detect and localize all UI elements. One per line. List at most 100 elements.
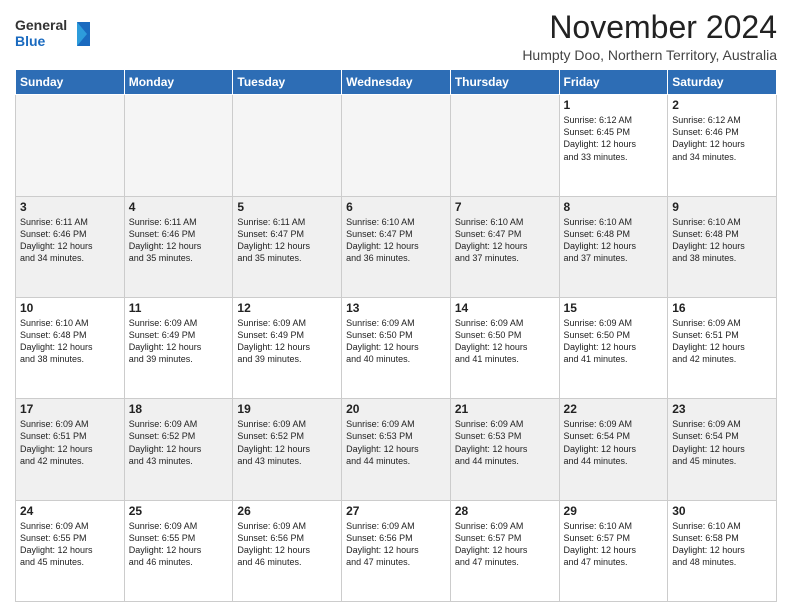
col-tuesday: Tuesday (233, 70, 342, 95)
day-info: Sunrise: 6:09 AM Sunset: 6:50 PM Dayligh… (455, 317, 555, 366)
table-row (124, 95, 233, 196)
table-row (450, 95, 559, 196)
table-row: 10 Sunrise: 6:10 AM Sunset: 6:48 PM Dayli… (16, 297, 125, 398)
table-row: 21 Sunrise: 6:09 AM Sunset: 6:53 PM Dayli… (450, 399, 559, 500)
calendar-week-1: 1 Sunrise: 6:12 AM Sunset: 6:45 PM Daylig… (16, 95, 777, 196)
table-row: 5 Sunrise: 6:11 AM Sunset: 6:47 PM Daylig… (233, 196, 342, 297)
col-monday: Monday (124, 70, 233, 95)
day-info: Sunrise: 6:09 AM Sunset: 6:54 PM Dayligh… (672, 418, 772, 467)
day-number: 8 (564, 200, 664, 214)
table-row: 9Sunrise: 6:10 AM Sunset: 6:48 PM Daylig… (668, 196, 777, 297)
day-info: Sunrise: 6:09 AM Sunset: 6:51 PM Dayligh… (20, 418, 120, 467)
col-wednesday: Wednesday (342, 70, 451, 95)
day-number: 3 (20, 200, 120, 214)
logo-svg: General Blue (15, 14, 95, 54)
logo-text-block: General Blue (15, 14, 95, 59)
title-block: November 2024 Humpty Doo, Northern Terri… (522, 10, 777, 63)
day-number: 5 (237, 200, 337, 214)
day-info: Sunrise: 6:09 AM Sunset: 6:52 PM Dayligh… (237, 418, 337, 467)
day-info: Sunrise: 6:10 AM Sunset: 6:48 PM Dayligh… (20, 317, 120, 366)
day-info: Sunrise: 6:09 AM Sunset: 6:51 PM Dayligh… (672, 317, 772, 366)
day-info: Sunrise: 6:10 AM Sunset: 6:57 PM Dayligh… (564, 520, 664, 569)
table-row: 19 Sunrise: 6:09 AM Sunset: 6:52 PM Dayli… (233, 399, 342, 500)
day-number: 7 (455, 200, 555, 214)
table-row: 3 Sunrise: 6:11 AM Sunset: 6:46 PM Daylig… (16, 196, 125, 297)
calendar-table: Sunday Monday Tuesday Wednesday Thursday… (15, 69, 777, 602)
day-number: 20 (346, 402, 446, 416)
calendar-week-3: 10 Sunrise: 6:10 AM Sunset: 6:48 PM Dayli… (16, 297, 777, 398)
table-row: 25 Sunrise: 6:09 AM Sunset: 6:55 PM Dayli… (124, 500, 233, 601)
header: General Blue November 2024 Humpty Doo, N… (15, 10, 777, 63)
day-info: Sunrise: 6:09 AM Sunset: 6:53 PM Dayligh… (455, 418, 555, 467)
table-row (16, 95, 125, 196)
day-number: 17 (20, 402, 120, 416)
calendar-header-row: Sunday Monday Tuesday Wednesday Thursday… (16, 70, 777, 95)
table-row: 14Sunrise: 6:09 AM Sunset: 6:50 PM Dayli… (450, 297, 559, 398)
col-thursday: Thursday (450, 70, 559, 95)
table-row: 22Sunrise: 6:09 AM Sunset: 6:54 PM Dayli… (559, 399, 668, 500)
day-info: Sunrise: 6:10 AM Sunset: 6:47 PM Dayligh… (455, 216, 555, 265)
table-row: 20 Sunrise: 6:09 AM Sunset: 6:53 PM Dayli… (342, 399, 451, 500)
table-row (233, 95, 342, 196)
day-number: 25 (129, 504, 229, 518)
day-info: Sunrise: 6:11 AM Sunset: 6:47 PM Dayligh… (237, 216, 337, 265)
table-row (342, 95, 451, 196)
day-info: Sunrise: 6:09 AM Sunset: 6:50 PM Dayligh… (346, 317, 446, 366)
table-row: 15 Sunrise: 6:09 AM Sunset: 6:50 PM Dayli… (559, 297, 668, 398)
day-info: Sunrise: 6:12 AM Sunset: 6:45 PM Dayligh… (564, 114, 664, 163)
day-info: Sunrise: 6:10 AM Sunset: 6:48 PM Dayligh… (672, 216, 772, 265)
day-info: Sunrise: 6:09 AM Sunset: 6:56 PM Dayligh… (237, 520, 337, 569)
day-info: Sunrise: 6:10 AM Sunset: 6:58 PM Dayligh… (672, 520, 772, 569)
day-number: 24 (20, 504, 120, 518)
table-row: 17 Sunrise: 6:09 AM Sunset: 6:51 PM Dayli… (16, 399, 125, 500)
table-row: 8Sunrise: 6:10 AM Sunset: 6:48 PM Daylig… (559, 196, 668, 297)
table-row: 29Sunrise: 6:10 AM Sunset: 6:57 PM Dayli… (559, 500, 668, 601)
day-info: Sunrise: 6:09 AM Sunset: 6:52 PM Dayligh… (129, 418, 229, 467)
table-row: 2 Sunrise: 6:12 AM Sunset: 6:46 PM Daylig… (668, 95, 777, 196)
day-number: 28 (455, 504, 555, 518)
month-title: November 2024 (522, 10, 777, 45)
day-info: Sunrise: 6:11 AM Sunset: 6:46 PM Dayligh… (20, 216, 120, 265)
day-number: 12 (237, 301, 337, 315)
day-number: 4 (129, 200, 229, 214)
col-friday: Friday (559, 70, 668, 95)
day-number: 22 (564, 402, 664, 416)
day-number: 16 (672, 301, 772, 315)
day-number: 18 (129, 402, 229, 416)
table-row: 6Sunrise: 6:10 AM Sunset: 6:47 PM Daylig… (342, 196, 451, 297)
day-number: 23 (672, 402, 772, 416)
day-number: 2 (672, 98, 772, 112)
day-info: Sunrise: 6:09 AM Sunset: 6:50 PM Dayligh… (564, 317, 664, 366)
day-info: Sunrise: 6:09 AM Sunset: 6:55 PM Dayligh… (129, 520, 229, 569)
day-number: 1 (564, 98, 664, 112)
day-number: 30 (672, 504, 772, 518)
table-row: 26 Sunrise: 6:09 AM Sunset: 6:56 PM Dayli… (233, 500, 342, 601)
day-number: 21 (455, 402, 555, 416)
col-saturday: Saturday (668, 70, 777, 95)
day-info: Sunrise: 6:11 AM Sunset: 6:46 PM Dayligh… (129, 216, 229, 265)
svg-text:General: General (15, 17, 67, 33)
calendar-week-5: 24 Sunrise: 6:09 AM Sunset: 6:55 PM Dayli… (16, 500, 777, 601)
day-info: Sunrise: 6:09 AM Sunset: 6:55 PM Dayligh… (20, 520, 120, 569)
day-number: 11 (129, 301, 229, 315)
location: Humpty Doo, Northern Territory, Australi… (522, 47, 777, 63)
col-sunday: Sunday (16, 70, 125, 95)
day-info: Sunrise: 6:09 AM Sunset: 6:53 PM Dayligh… (346, 418, 446, 467)
day-number: 10 (20, 301, 120, 315)
day-number: 19 (237, 402, 337, 416)
table-row: 24 Sunrise: 6:09 AM Sunset: 6:55 PM Dayli… (16, 500, 125, 601)
logo: General Blue (15, 14, 95, 59)
day-number: 26 (237, 504, 337, 518)
day-info: Sunrise: 6:10 AM Sunset: 6:47 PM Dayligh… (346, 216, 446, 265)
day-info: Sunrise: 6:09 AM Sunset: 6:49 PM Dayligh… (129, 317, 229, 366)
table-row: 18 Sunrise: 6:09 AM Sunset: 6:52 PM Dayli… (124, 399, 233, 500)
svg-text:Blue: Blue (15, 33, 46, 49)
day-number: 15 (564, 301, 664, 315)
calendar-week-2: 3 Sunrise: 6:11 AM Sunset: 6:46 PM Daylig… (16, 196, 777, 297)
day-info: Sunrise: 6:09 AM Sunset: 6:49 PM Dayligh… (237, 317, 337, 366)
day-number: 13 (346, 301, 446, 315)
calendar-week-4: 17 Sunrise: 6:09 AM Sunset: 6:51 PM Dayli… (16, 399, 777, 500)
table-row: 28Sunrise: 6:09 AM Sunset: 6:57 PM Dayli… (450, 500, 559, 601)
table-row: 12 Sunrise: 6:09 AM Sunset: 6:49 PM Dayli… (233, 297, 342, 398)
day-info: Sunrise: 6:12 AM Sunset: 6:46 PM Dayligh… (672, 114, 772, 163)
